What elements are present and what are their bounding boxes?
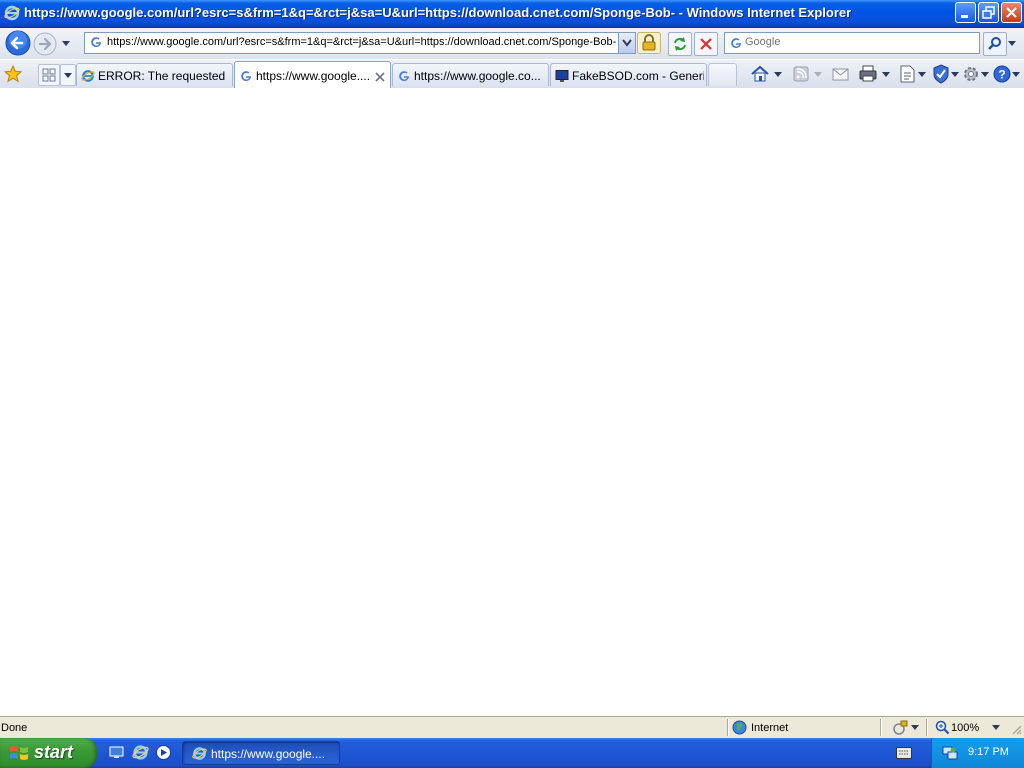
refresh-icon xyxy=(674,37,686,51)
search-options-dropdown-icon[interactable] xyxy=(1006,32,1018,54)
feeds-button[interactable] xyxy=(792,63,826,85)
home-button[interactable] xyxy=(750,63,784,85)
tab-label: FakeBSOD.com - Generic... xyxy=(572,69,704,83)
status-bar: Done Internet 100% xyxy=(0,716,1024,738)
rss-feed-icon xyxy=(793,66,822,82)
status-separator xyxy=(880,719,881,736)
chevron-down-icon[interactable] xyxy=(911,725,919,731)
tab-fakebsod[interactable]: FakeBSOD.com - Generic... xyxy=(550,63,707,86)
internet-globe-icon xyxy=(732,720,747,735)
chevron-down-icon[interactable] xyxy=(992,725,1000,731)
history-dropdown-icon[interactable] xyxy=(60,38,72,48)
zoom-magnifier-icon xyxy=(935,720,950,735)
system-tray: 9:17 PM xyxy=(931,738,1024,768)
address-dropdown-button[interactable] xyxy=(618,33,635,53)
gear-icon xyxy=(964,67,989,81)
tab-close-icon[interactable] xyxy=(374,71,386,83)
ie-icon xyxy=(192,747,207,760)
minimize-icon xyxy=(961,15,968,18)
restore-button[interactable] xyxy=(978,2,999,23)
minimize-button[interactable] xyxy=(955,2,976,23)
tab-google-active[interactable]: https://www.google.... xyxy=(234,61,391,88)
address-bar[interactable]: https://www.google.com/url?esrc=s&frm=1&… xyxy=(84,32,636,54)
mail-icon xyxy=(832,68,849,81)
stop-icon xyxy=(700,38,712,50)
quick-tabs-icon xyxy=(42,68,56,82)
chevron-down-icon xyxy=(64,73,72,78)
new-tab-button[interactable] xyxy=(708,63,737,86)
help-menu-button[interactable]: ? xyxy=(992,63,1022,85)
monitor-icon xyxy=(555,70,569,82)
forward-button[interactable] xyxy=(33,32,57,56)
windows-flag-icon xyxy=(10,746,28,760)
start-button[interactable]: start xyxy=(0,738,97,768)
ie-quicklaunch-icon[interactable] xyxy=(132,744,149,761)
window-title: https://www.google.com/url?esrc=s&frm=1&… xyxy=(24,5,852,20)
ie-icon xyxy=(4,5,20,21)
media-player-quicklaunch-icon[interactable] xyxy=(155,744,172,761)
keyboard-icon[interactable] xyxy=(896,747,912,759)
tab-label: https://www.google.... xyxy=(256,69,371,83)
shield-icon xyxy=(933,64,959,84)
status-text: Done xyxy=(1,722,28,734)
taskbar-button-label: https://www.google.... xyxy=(211,747,326,761)
quick-tabs-button[interactable] xyxy=(38,64,60,86)
address-url[interactable]: https://www.google.com/url?esrc=s&frm=1&… xyxy=(107,36,617,48)
tab-row: ERROR: The requested ... https://www.goo… xyxy=(0,60,1024,89)
help-icon: ? xyxy=(993,65,1020,83)
taskbar: start https://www.google.... 9:17 PM xyxy=(0,738,1024,768)
favorites-star-icon[interactable] xyxy=(4,65,22,83)
search-box[interactable] xyxy=(724,32,980,54)
tools-menu-button[interactable] xyxy=(961,63,991,85)
title-bar[interactable]: https://www.google.com/url?esrc=s&frm=1&… xyxy=(0,0,1024,28)
tab-google[interactable]: https://www.google.co... xyxy=(392,63,549,86)
status-separator xyxy=(926,719,927,736)
tab-error[interactable]: ERROR: The requested ... xyxy=(76,63,233,86)
close-button[interactable] xyxy=(1001,2,1022,23)
page-menu-button[interactable] xyxy=(898,63,928,85)
clock: 9:17 PM xyxy=(968,746,1009,758)
google-icon xyxy=(241,71,251,82)
search-input[interactable] xyxy=(745,34,973,50)
start-label: start xyxy=(34,742,74,762)
restore-icon xyxy=(982,6,995,19)
print-button[interactable] xyxy=(858,63,892,85)
magnifier-icon xyxy=(988,37,1001,50)
security-lock-icon[interactable] xyxy=(637,32,661,54)
status-separator xyxy=(727,719,728,736)
resize-grip-icon[interactable] xyxy=(1010,723,1022,735)
tab-list-button[interactable] xyxy=(60,64,76,86)
safety-menu-button[interactable] xyxy=(931,63,961,85)
desktop-quicklaunch-icon[interactable] xyxy=(108,744,125,761)
read-mail-button[interactable] xyxy=(830,63,852,85)
stop-button[interactable] xyxy=(694,32,718,56)
page-content[interactable] xyxy=(0,88,1024,716)
google-favicon-icon xyxy=(91,37,101,48)
zoom-level[interactable]: 100% xyxy=(951,722,979,734)
printer-icon xyxy=(859,65,890,82)
close-icon xyxy=(1006,7,1017,18)
google-icon xyxy=(399,71,409,82)
google-search-provider-icon xyxy=(731,38,741,49)
taskbar-button-ie[interactable]: https://www.google.... xyxy=(182,741,340,765)
protected-mode-icon[interactable] xyxy=(892,720,908,736)
tab-label: ERROR: The requested ... xyxy=(98,69,228,83)
refresh-button[interactable] xyxy=(668,32,692,56)
security-zone[interactable]: Internet xyxy=(751,722,788,734)
ie-icon xyxy=(81,70,95,82)
search-button[interactable] xyxy=(983,32,1007,56)
home-icon xyxy=(751,65,782,82)
network-icon[interactable] xyxy=(942,745,958,761)
page-icon xyxy=(900,65,926,83)
tab-label: https://www.google.co... xyxy=(414,69,541,83)
back-button[interactable] xyxy=(5,30,31,56)
chevron-down-icon xyxy=(622,39,632,47)
svg-text:?: ? xyxy=(998,68,1005,82)
